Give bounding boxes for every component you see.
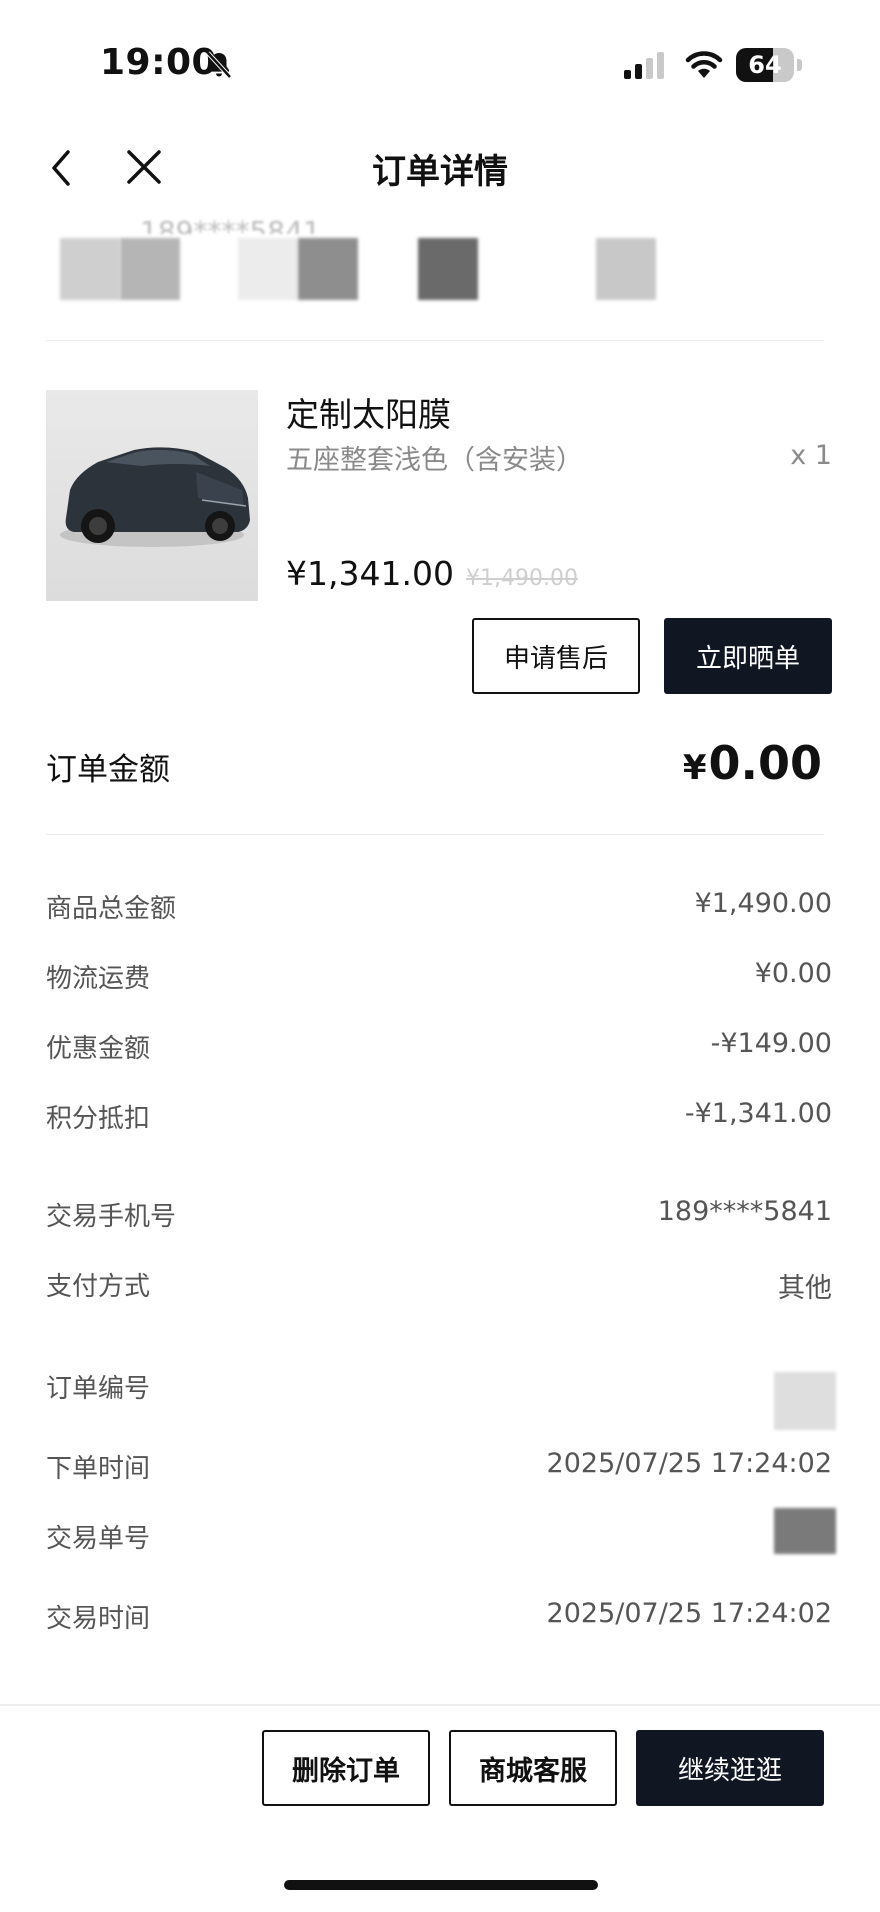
blurred-block	[298, 238, 358, 300]
product-quantity: x 1	[790, 440, 832, 471]
signal-icon	[622, 50, 668, 80]
product-spec: 五座整套浅色（含安装）	[286, 445, 583, 476]
after-sale-button[interactable]: 申请售后	[472, 618, 640, 694]
share-review-button[interactable]: 立即晒单	[664, 618, 832, 694]
points-deduction-label: 积分抵扣	[46, 1104, 151, 1134]
continue-shopping-button[interactable]: 继续逛逛	[636, 1730, 824, 1806]
battery-level: 64	[748, 51, 782, 79]
masked-phone-faint: 189****5841	[140, 215, 321, 234]
divider	[46, 340, 824, 341]
order-amount-value: ¥0.00	[683, 736, 822, 790]
payment-method-value: 其他	[778, 1273, 832, 1304]
transaction-time-label: 交易时间	[46, 1604, 151, 1634]
discount-label: 优惠金额	[46, 1034, 151, 1064]
divider	[46, 834, 824, 835]
blurred-block	[120, 238, 180, 300]
order-number-label: 订单编号	[46, 1374, 151, 1404]
product-image[interactable]	[46, 390, 258, 601]
trade-phone-label: 交易手机号	[46, 1202, 177, 1232]
page-title: 订单详情	[372, 152, 508, 192]
blurred-block	[60, 238, 120, 300]
trade-phone-value: 189****5841	[657, 1196, 832, 1227]
car-image	[60, 447, 250, 547]
blurred-block	[238, 238, 298, 300]
order-time-value: 2025/07/25 17:24:02	[546, 1448, 832, 1479]
product-original-price: ¥1,490.00	[466, 566, 578, 591]
delete-order-button[interactable]: 删除订单	[262, 1730, 430, 1806]
bottom-bar-divider	[0, 1704, 880, 1706]
product-name: 定制太阳膜	[286, 395, 451, 434]
discount-value: -¥149.00	[710, 1028, 832, 1059]
order-amount-number: 0.00	[708, 736, 823, 790]
transaction-number-value-blurred[interactable]	[774, 1508, 836, 1554]
order-amount-label: 订单金额	[46, 752, 170, 788]
points-deduction-value: -¥1,341.00	[684, 1098, 832, 1129]
status-time: 19:00	[100, 42, 218, 83]
wifi-icon	[684, 48, 724, 80]
order-time-label: 下单时间	[46, 1454, 151, 1484]
shipping-fee-label: 物流运费	[46, 964, 151, 994]
transaction-number-label: 交易单号	[46, 1524, 151, 1554]
order-number-value-blurred[interactable]	[774, 1372, 836, 1430]
goods-total-value: ¥1,490.00	[694, 888, 832, 919]
goods-total-label: 商品总金额	[46, 894, 177, 924]
blurred-block	[596, 238, 656, 300]
blurred-block	[418, 238, 478, 300]
bell-slash-icon	[204, 50, 234, 80]
payment-method-label: 支付方式	[46, 1272, 151, 1302]
product-price: ¥1,341.00	[286, 554, 454, 593]
battery-icon: 64	[736, 48, 802, 82]
shipping-fee-value: ¥0.00	[754, 958, 832, 989]
customer-service-button[interactable]: 商城客服	[449, 1730, 617, 1806]
home-indicator[interactable]	[284, 1880, 598, 1890]
transaction-time-value: 2025/07/25 17:24:02	[546, 1598, 832, 1629]
currency-symbol: ¥	[682, 748, 707, 788]
